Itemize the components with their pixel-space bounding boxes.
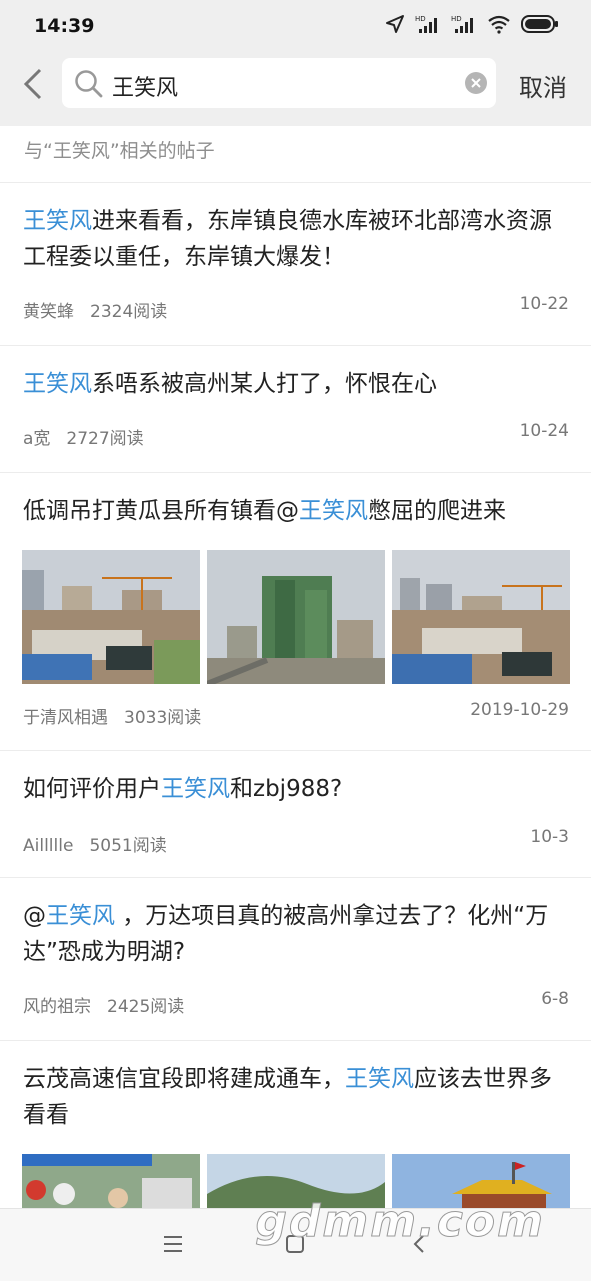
post-item[interactable]: 云茂高速信宜段即将建成通车，王笑风应该去世界多看看 xyxy=(0,1041,591,1209)
title-text: 进来看看，东岸镇良德水库被环北部湾水资源工程委以重任，东岸镇大爆发！ xyxy=(23,208,552,270)
menu-icon[interactable] xyxy=(162,1233,184,1255)
post-reads: 3033阅读 xyxy=(124,708,202,728)
section-header: 与“王笑风”相关的帖子 xyxy=(0,126,591,183)
post-date: 10-22 xyxy=(519,294,569,314)
signal-hd-icon: HD xyxy=(415,15,437,33)
post-date: 6-8 xyxy=(541,989,569,1009)
post-author: a宽 xyxy=(23,429,51,449)
post-reads: 2425阅读 xyxy=(107,997,185,1017)
location-icon xyxy=(386,15,404,33)
highlight-keyword: 王笑风 xyxy=(46,903,115,929)
post-title: 云茂高速信宜段即将建成通车，王笑风应该去世界多看看 xyxy=(23,1061,569,1133)
post-reads: 2324阅读 xyxy=(90,302,168,322)
clear-icon[interactable] xyxy=(464,71,488,95)
post-author: 于清风相遇 xyxy=(23,708,108,728)
search-icon xyxy=(75,70,103,98)
svg-text:HD: HD xyxy=(451,15,462,23)
post-author: 黄笑蜂 xyxy=(23,302,74,322)
post-author: 风的祖宗 xyxy=(23,997,91,1017)
highrise-construction-photo[interactable] xyxy=(207,550,385,684)
title-text: 憋屈的爬进来 xyxy=(368,498,506,524)
back-button[interactable] xyxy=(18,64,52,104)
event-tent-photo[interactable] xyxy=(22,1154,200,1209)
title-text: 系唔系被高州某人打了，怀恨在心 xyxy=(92,371,437,397)
search-input[interactable]: 王笑风 xyxy=(62,58,496,108)
construction-site-photo[interactable] xyxy=(22,550,200,684)
wifi-icon xyxy=(488,15,510,34)
post-title: 王笑风进来看看，东岸镇良德水库被环北部湾水资源工程委以重任，东岸镇大爆发！ xyxy=(23,203,569,275)
post-item[interactable]: 王笑风系唔系被高州某人打了，怀恨在心 a宽 2727阅读 10-24 xyxy=(0,346,591,473)
post-meta: 黄笑蜂 2324阅读 xyxy=(23,297,167,322)
title-text: 云茂高速信宜段即将建成通车， xyxy=(23,1066,345,1092)
post-item[interactable]: 如何评价用户王笑风和zbj988? Aillllle 5051阅读 10-3 xyxy=(0,751,591,878)
section-title: 与“王笑风”相关的帖子 xyxy=(24,140,215,162)
svg-text:HD: HD xyxy=(415,15,426,23)
battery-icon xyxy=(521,15,558,33)
highlight-keyword: 王笑风 xyxy=(299,498,368,524)
post-title: 王笑风系唔系被高州某人打了，怀恨在心 xyxy=(23,366,569,402)
search-header: 王笑风 取消 xyxy=(0,54,591,126)
cancel-button[interactable]: 取消 xyxy=(519,68,567,103)
post-author: Aillllle xyxy=(23,836,74,856)
status-time: 14:39 xyxy=(34,15,95,37)
title-text: @ xyxy=(23,903,46,929)
post-meta: 风的祖宗 2425阅读 xyxy=(23,992,184,1017)
highlight-keyword: 王笑风 xyxy=(23,208,92,234)
post-date: 10-3 xyxy=(530,827,569,847)
status-icons: HD HD xyxy=(385,14,559,34)
construction-site-photo[interactable] xyxy=(392,550,570,684)
highlight-keyword: 王笑风 xyxy=(23,371,92,397)
title-text: 低调吊打黄瓜县所有镇看@ xyxy=(23,498,299,524)
post-date: 10-24 xyxy=(519,421,569,441)
post-item[interactable]: @王笑风 ，万达项目真的被高州拿过去了？化州“万达”恐成为明湖? 风的祖宗 242… xyxy=(0,878,591,1041)
post-meta: Aillllle 5051阅读 xyxy=(23,831,167,856)
post-reads: 5051阅读 xyxy=(89,836,167,856)
post-item[interactable]: 低调吊打黄瓜县所有镇看@王笑风憋屈的爬进来 于清风相遇 3033阅读 2019-… xyxy=(0,473,591,751)
title-text: 和zbj988? xyxy=(230,776,343,802)
post-item[interactable]: 王笑风进来看看，东岸镇良德水库被环北部湾水资源工程委以重任，东岸镇大爆发！ 黄笑… xyxy=(0,183,591,346)
watermark: gdmm.com xyxy=(255,1196,545,1248)
chevron-left-icon xyxy=(23,68,42,100)
post-title: 低调吊打黄瓜县所有镇看@王笑风憋屈的爬进来 xyxy=(23,493,569,529)
post-title: @王笑风 ，万达项目真的被高州拿过去了？化州“万达”恐成为明湖? xyxy=(23,898,569,970)
post-date: 2019-10-29 xyxy=(470,700,569,720)
post-meta: a宽 2727阅读 xyxy=(23,424,144,449)
highlight-keyword: 王笑风 xyxy=(345,1066,414,1092)
status-bar: 14:39 HD HD xyxy=(0,0,591,54)
highlight-keyword: 王笑风 xyxy=(161,776,230,802)
post-meta: 于清风相遇 3033阅读 xyxy=(23,703,201,728)
search-query[interactable]: 王笑风 xyxy=(112,70,178,102)
title-text: 如何评价用户 xyxy=(23,776,161,802)
post-title: 如何评价用户王笑风和zbj988? xyxy=(23,771,569,807)
post-images xyxy=(22,550,570,684)
signal-hd-icon-2: HD xyxy=(451,15,473,33)
post-reads: 2727阅读 xyxy=(66,429,144,449)
